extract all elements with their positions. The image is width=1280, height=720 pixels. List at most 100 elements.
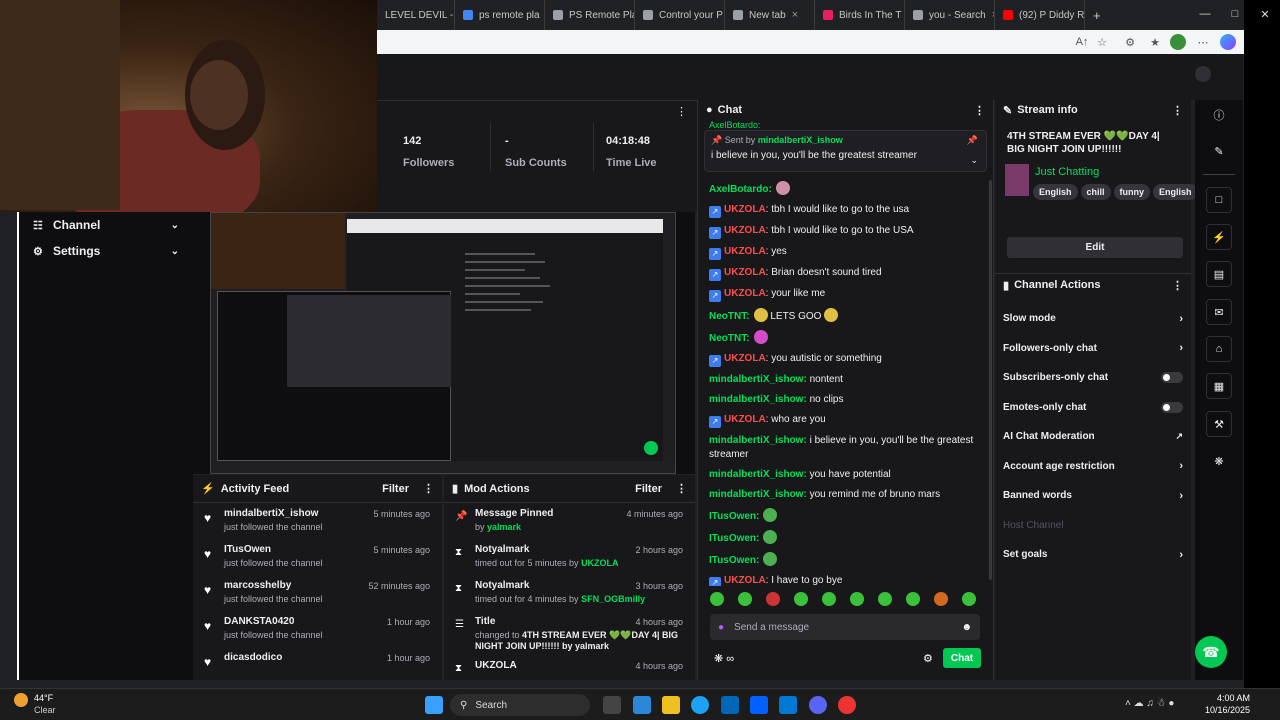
chat-username[interactable]: UKZOLA xyxy=(724,414,766,425)
mod-action-item[interactable]: 📌 Message Pinned by yalmark 4 minutes ago xyxy=(444,503,695,539)
maximize-icon[interactable]: □ xyxy=(1220,0,1250,28)
chat-message[interactable]: ↗ UKZOLA: yes xyxy=(698,242,988,263)
category-name[interactable]: Just Chatting xyxy=(1035,166,1099,178)
more-icon[interactable]: ⋮ xyxy=(974,104,985,117)
emote-icon[interactable] xyxy=(878,592,892,606)
activity-item[interactable]: ♥ mindalbertiX_ishow just followed the cha… xyxy=(193,503,442,539)
favorites-icon[interactable]: ★ xyxy=(1147,34,1163,50)
chat-username[interactable]: UKZOLA xyxy=(724,288,766,299)
filter-button[interactable]: Filter xyxy=(382,483,409,495)
address-bar[interactable]: A↑ ☆ ⚙ ★ ⋯ xyxy=(377,30,1244,54)
emote-icon[interactable] xyxy=(794,592,808,606)
chat-message[interactable]: NeoTNT: LETS GOO xyxy=(698,305,988,327)
microphone-icon[interactable]: ● xyxy=(718,622,724,633)
chat-message[interactable]: mindalbertiX_ishow: no clips xyxy=(698,390,988,410)
edge-icon[interactable] xyxy=(691,696,709,714)
browser-tab[interactable]: you - Search× xyxy=(905,0,995,30)
discord-icon[interactable] xyxy=(809,696,827,714)
chat-username[interactable]: NeoTNT: xyxy=(709,311,750,322)
app-icon[interactable] xyxy=(838,696,856,714)
browser-tab[interactable]: LEVEL DEVIL -× xyxy=(377,0,455,30)
emoji-icon[interactable]: ☻ xyxy=(961,622,972,633)
chat-username[interactable]: UKZOLA xyxy=(724,246,766,257)
browser-tab[interactable]: ps remote pla× xyxy=(455,0,545,30)
clock-date[interactable]: 10/16/2025 xyxy=(1202,705,1250,715)
edit-button[interactable]: Edit xyxy=(1007,237,1183,258)
emote-icon[interactable] xyxy=(906,592,920,606)
broadcast-icon[interactable]: ⌂ xyxy=(1206,336,1232,362)
mod-action-item[interactable]: ⧗ Notyalmark timed out for 5 minutes by UK… xyxy=(444,539,695,575)
browser-tab[interactable]: (92) P Diddy R× xyxy=(995,0,1085,30)
chat-username[interactable]: UKZOLA xyxy=(724,204,766,215)
chat-message[interactable]: ↗ UKZOLA: who are you xyxy=(698,410,988,431)
channel-action-item[interactable]: Account age restriction › xyxy=(995,452,1191,482)
mod-action-item[interactable]: ☰ Title changed to 4TH STREAM EVER 💚💚DAY 4… xyxy=(444,611,695,655)
chat-message[interactable]: ↗ UKZOLA: you autistic or something xyxy=(698,349,988,370)
chat-message[interactable]: ↗ UKZOLA: I have to go bye xyxy=(698,571,988,586)
help-button[interactable]: ☎ xyxy=(1195,636,1227,668)
document-icon[interactable]: ▤ xyxy=(1206,261,1232,287)
wrench-icon[interactable]: ⚒ xyxy=(1206,411,1232,437)
channel-action-item[interactable]: Set goals › xyxy=(995,540,1191,570)
layout-icon[interactable]: ▦ xyxy=(1206,373,1232,399)
more-icon[interactable]: ⋮ xyxy=(676,105,687,118)
chat-username[interactable]: UKZOLA xyxy=(724,225,766,236)
chat-icon[interactable]: ✉ xyxy=(1206,299,1232,325)
chat-username[interactable]: mindalbertiX_ishow: xyxy=(709,435,807,446)
mod-action-item[interactable]: ⧗ UKZOLA 4 hours ago xyxy=(444,655,695,691)
browser-tab[interactable]: PS Remote Pla× xyxy=(545,0,635,30)
chevron-down-icon[interactable]: ⌄ xyxy=(970,155,978,166)
tray-icons[interactable]: ˄ ☁ ♫ ☃ ● xyxy=(1125,698,1174,709)
filter-button[interactable]: Filter xyxy=(635,483,662,495)
toggle-switch[interactable] xyxy=(1161,401,1183,413)
emote-icon[interactable] xyxy=(850,592,864,606)
store-icon[interactable] xyxy=(721,696,739,714)
stream-tag[interactable]: chill xyxy=(1080,184,1111,200)
outlook-icon[interactable] xyxy=(779,696,797,714)
chat-message[interactable]: ↗ UKZOLA: Brian doesn't sound tired xyxy=(698,263,988,284)
start-icon[interactable] xyxy=(425,696,443,714)
more-icon[interactable]: ⋯ xyxy=(1195,34,1211,50)
activity-item[interactable]: ♥ ITusOwen just followed the channel 5 minu… xyxy=(193,539,442,575)
chat-message[interactable]: mindalbertiX_ishow: nontent xyxy=(698,370,988,390)
stream-tag[interactable]: English xyxy=(1033,184,1078,200)
close-icon[interactable]: ✕ xyxy=(1250,0,1280,28)
chat-username[interactable]: AxelBotardo: xyxy=(709,184,772,195)
profile-icon[interactable] xyxy=(1170,34,1186,50)
activity-item[interactable]: ♥ marcosshelby just followed the channel 52… xyxy=(193,575,442,611)
browser-tab[interactable]: New tab × xyxy=(725,0,815,30)
chat-scrollbar[interactable] xyxy=(989,180,992,580)
chat-message[interactable]: AxelBotardo: xyxy=(698,178,988,200)
dropbox-icon[interactable] xyxy=(750,696,768,714)
read-aloud-icon[interactable]: A↑ xyxy=(1074,34,1090,50)
activity-item[interactable]: ♥ dicasdodico 1 hour ago xyxy=(193,647,442,683)
chat-message[interactable]: ITusOwen: xyxy=(698,527,988,549)
toggle-switch[interactable] xyxy=(1161,372,1183,384)
chat-username[interactable]: mindalbertiX_ishow: xyxy=(709,469,807,480)
chat-message[interactable]: mindalbertiX_ishow: you have potential xyxy=(698,465,988,485)
chat-username[interactable]: UKZOLA xyxy=(724,575,766,586)
weather-temp[interactable]: 44°F xyxy=(34,693,53,703)
browser-tab[interactable]: Control your P× xyxy=(635,0,725,30)
pencil-icon[interactable]: ✎ xyxy=(1206,138,1232,164)
chat-message[interactable]: ↗ UKZOLA: your like me xyxy=(698,284,988,305)
user-avatar[interactable] xyxy=(1195,66,1211,82)
chat-message[interactable]: NeoTNT: xyxy=(698,327,988,349)
extensions-icon[interactable]: ⚙ xyxy=(1122,34,1138,50)
file-explorer-icon[interactable] xyxy=(662,696,680,714)
favorite-icon[interactable]: ☆ xyxy=(1094,34,1110,50)
emote-icon[interactable] xyxy=(934,592,948,606)
chat-message[interactable]: mindalbertiX_ishow: you remind me of bru… xyxy=(698,485,988,505)
emote-icon[interactable] xyxy=(822,592,836,606)
channel-action-item[interactable]: AI Chat Moderation ↗ xyxy=(995,422,1191,452)
chat-message[interactable]: ↗ UKZOLA: tbh I would like to go to the u… xyxy=(698,200,988,221)
stream-tag[interactable]: funny xyxy=(1113,184,1151,200)
sidebar-item-channel[interactable]: ☷ Channel ⌄ xyxy=(19,212,193,238)
chat-send-button[interactable]: Chat xyxy=(943,648,981,668)
more-icon[interactable]: ⋮ xyxy=(676,482,687,495)
minimize-icon[interactable]: — xyxy=(1190,0,1220,28)
chat-message[interactable]: ITusOwen: xyxy=(698,505,988,527)
activity-item[interactable]: ♥ DANKSTA0420 just followed the channel 1 h… xyxy=(193,611,442,647)
chat-message[interactable]: mindalbertiX_ishow: i believe in you, yo… xyxy=(698,431,988,465)
chat-username[interactable]: ITusOwen: xyxy=(709,555,759,566)
